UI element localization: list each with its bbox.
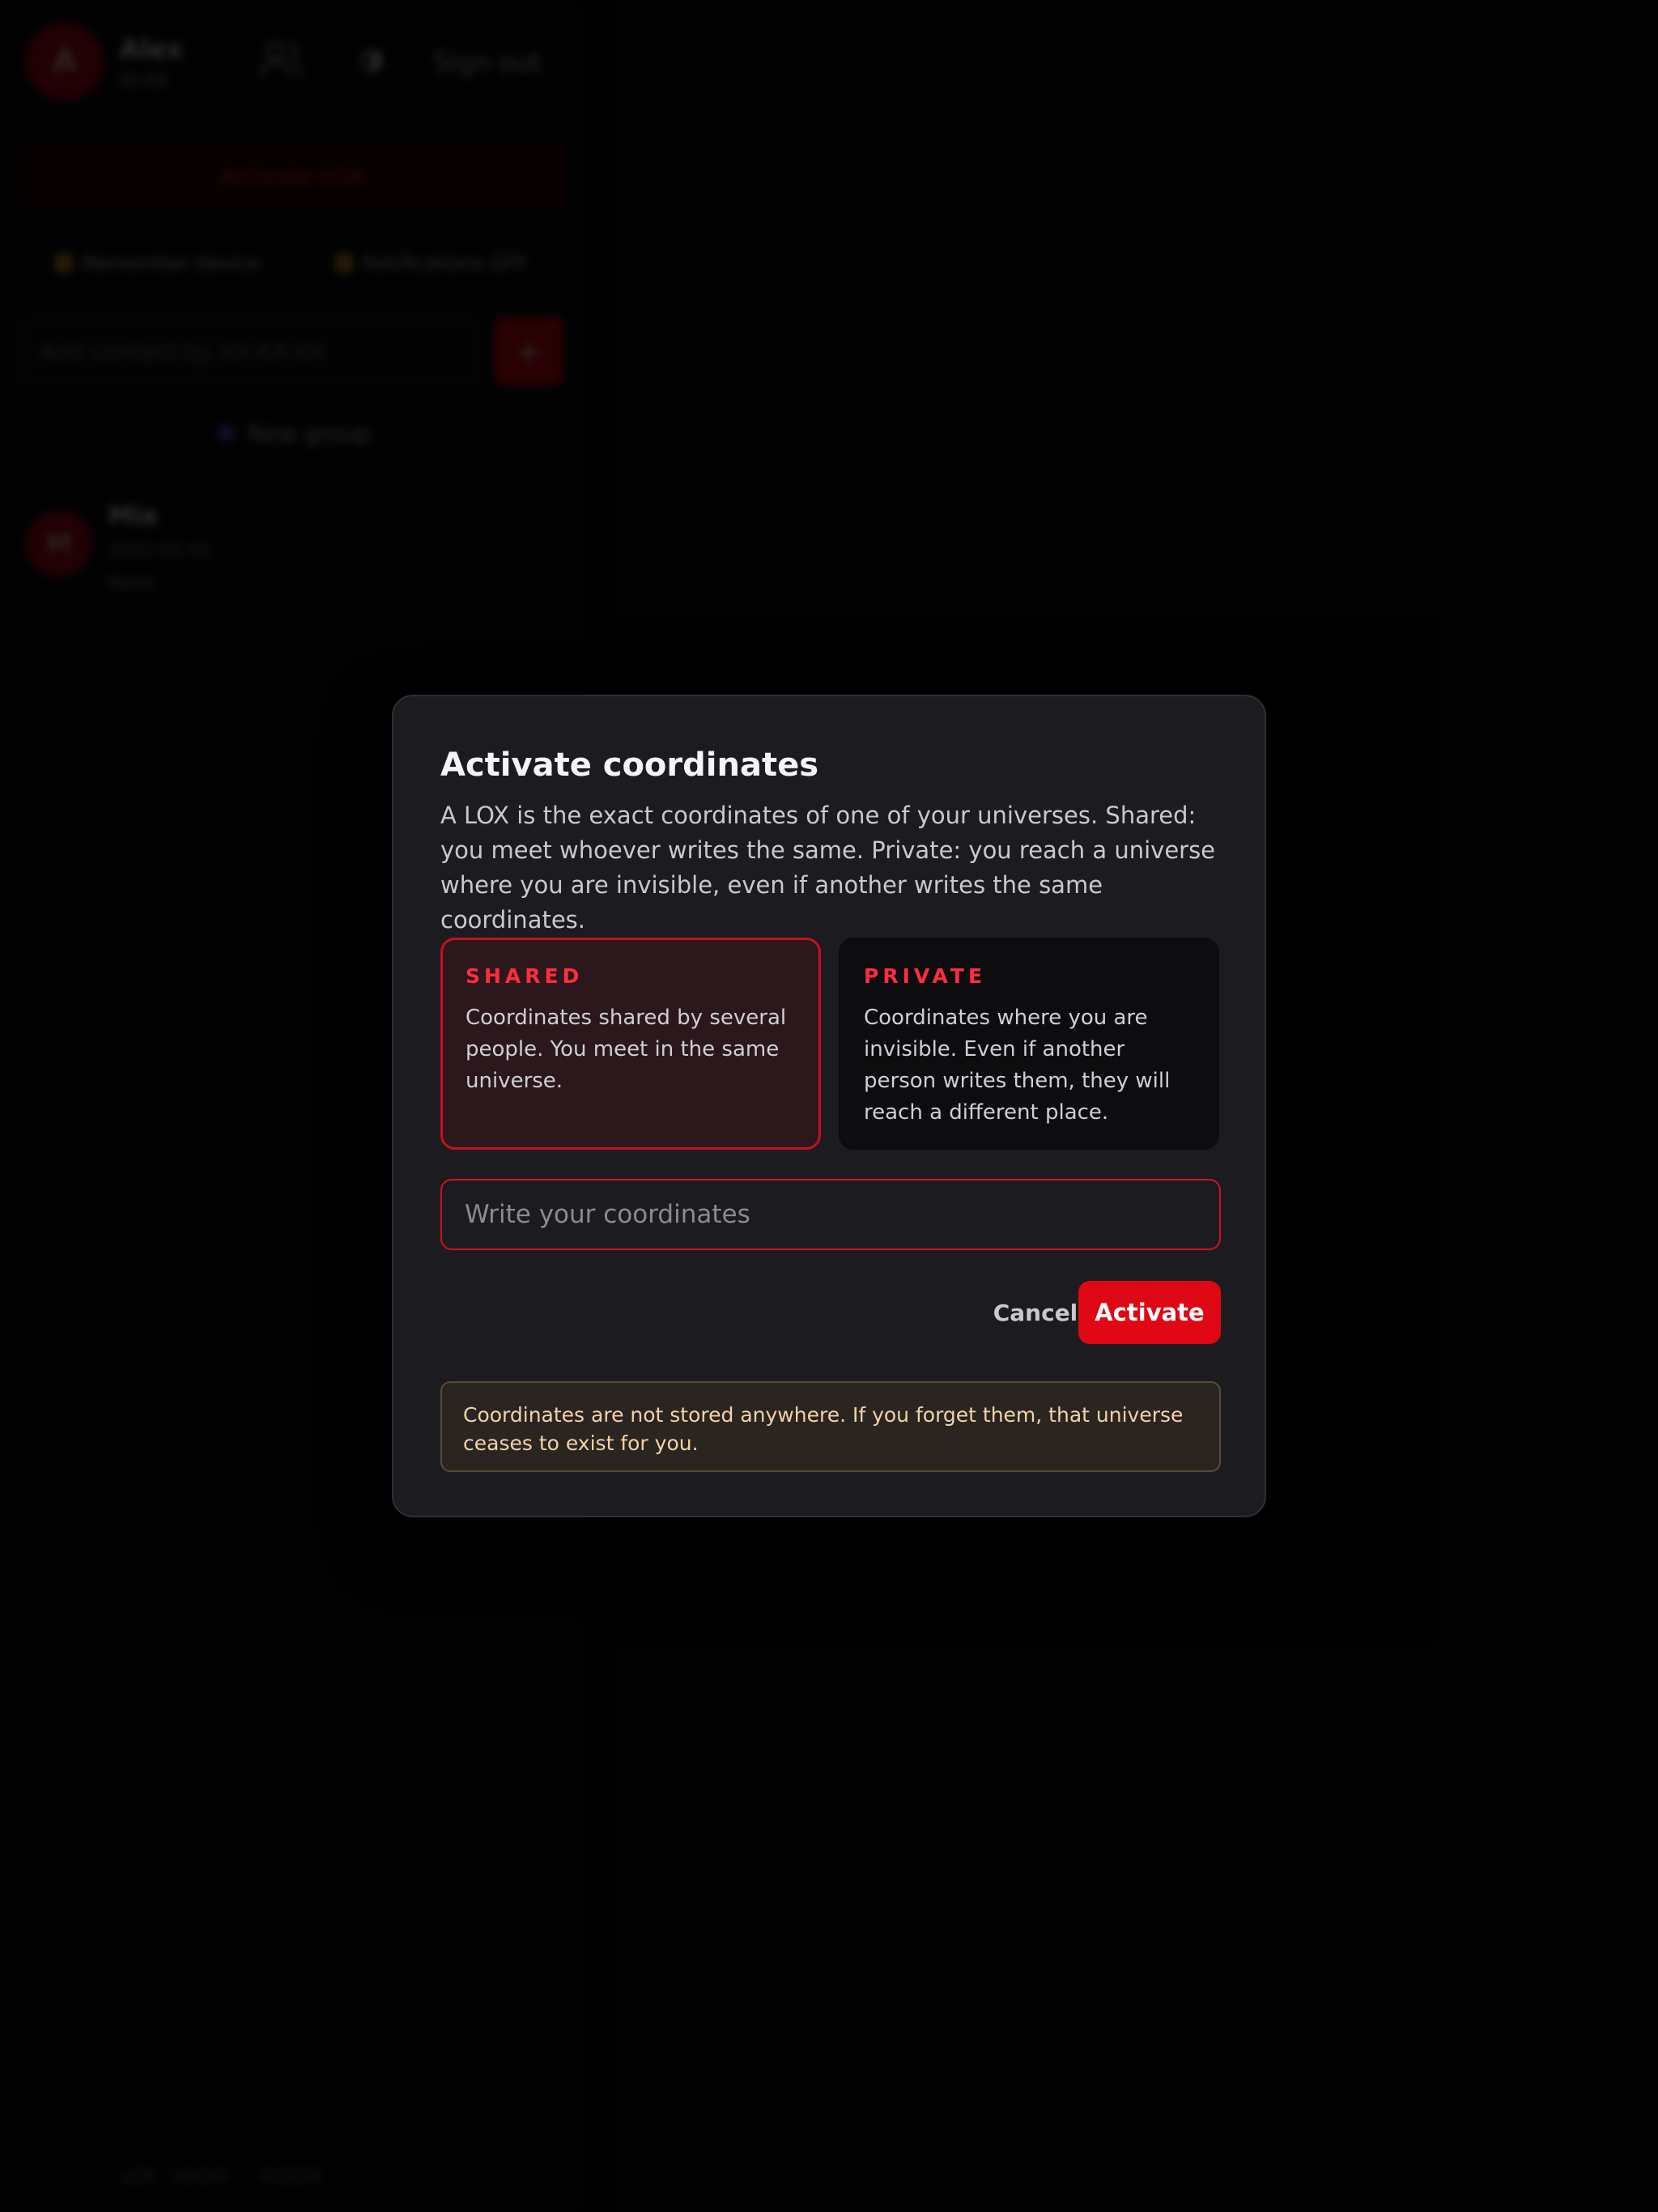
activate-button[interactable]: Activate bbox=[1078, 1281, 1221, 1344]
warning-notice: Coordinates are not stored anywhere. If … bbox=[440, 1381, 1221, 1472]
shared-mode-title: SHARED bbox=[466, 964, 584, 988]
dialog-title: Activate coordinates bbox=[440, 747, 819, 784]
activate-coordinates-dialog: Activate coordinates A LOX is the exact … bbox=[392, 695, 1266, 1517]
shared-mode-text: Coordinates shared by several people. Yo… bbox=[466, 1006, 787, 1093]
private-mode-text: Coordinates where you are invisible. Eve… bbox=[864, 1006, 1171, 1125]
coordinates-input[interactable] bbox=[440, 1179, 1221, 1250]
shared-mode-option[interactable]: SHARED Coordinates shared by several peo… bbox=[440, 938, 821, 1150]
dialog-description: A LOX is the exact coordinates of one of… bbox=[440, 802, 1216, 934]
private-mode-title: PRIVATE bbox=[864, 964, 987, 988]
private-mode-option[interactable]: PRIVATE Coordinates where you are invisi… bbox=[839, 938, 1219, 1150]
